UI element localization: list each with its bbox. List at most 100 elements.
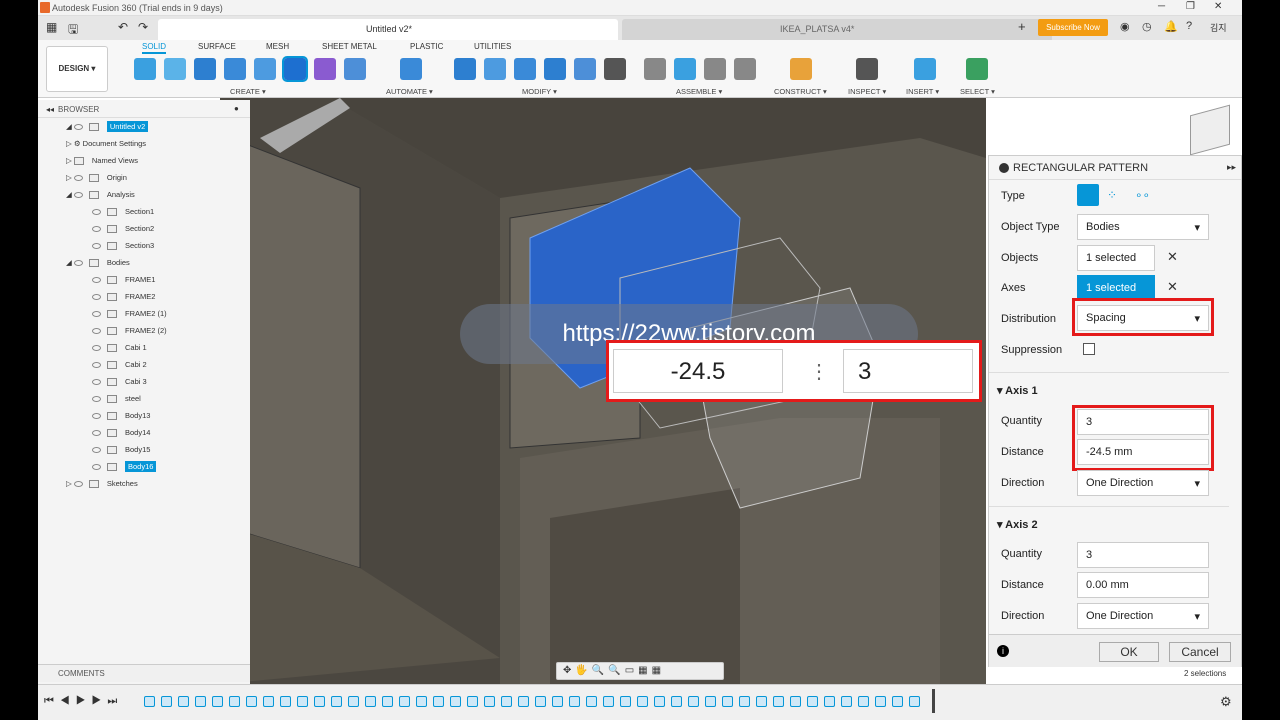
construct-menu[interactable]: CONSTRUCT ▾ [774, 87, 827, 96]
tab-utilities[interactable]: UTILITIES [474, 42, 511, 51]
joint-icon[interactable] [644, 58, 666, 80]
move-icon[interactable] [604, 58, 626, 80]
tree-item-sketches[interactable]: ▷ Sketches [66, 479, 167, 496]
cancel-button[interactable]: Cancel [1169, 642, 1231, 662]
quantity1-stepper[interactable]: 3 [1077, 409, 1209, 435]
create-sketch-icon[interactable] [164, 58, 186, 80]
extensions-icon[interactable]: ◉ [1120, 20, 1130, 33]
tab-surface[interactable]: SURFACE [198, 42, 236, 51]
inspect-menu[interactable]: INSPECT ▾ [848, 87, 886, 96]
tree-item-section[interactable]: Section2 [92, 224, 167, 241]
tree-root[interactable]: ◢ Untitled v2 [66, 121, 167, 139]
grid-menu-icon[interactable]: ▦ [46, 20, 57, 34]
combine-icon[interactable] [574, 58, 596, 80]
info-icon[interactable]: i [997, 645, 1009, 657]
modify-menu[interactable]: MODIFY ▾ [522, 87, 557, 96]
create-menu[interactable]: CREATE ▾ [230, 87, 266, 96]
tree-item-body[interactable]: Body13 [92, 411, 167, 428]
new-component-icon[interactable] [134, 58, 156, 80]
tree-item-named-views[interactable]: ▷ Named Views [66, 156, 167, 173]
tab-mesh[interactable]: MESH [266, 42, 289, 51]
chamfer-icon[interactable] [514, 58, 536, 80]
add-tab-icon[interactable]: + [1018, 19, 1026, 34]
automate-menu[interactable]: AUTOMATE ▾ [386, 87, 433, 96]
playback-controls[interactable]: ⏮◀▶▶⏭ [44, 695, 123, 708]
as-built-joint-icon[interactable] [704, 58, 726, 80]
hole-icon[interactable] [254, 58, 276, 80]
tree-item-body[interactable]: Cabi 1 [92, 343, 167, 360]
tree-item-body[interactable]: Body14 [92, 428, 167, 445]
tree-item-body[interactable]: Cabi 3 [92, 377, 167, 394]
revolve-icon[interactable] [224, 58, 246, 80]
tree-item-analysis[interactable]: ◢ Analysis [66, 190, 167, 207]
navigation-bar[interactable]: ✥🖐🔍🔍▭▦▦ [556, 662, 724, 680]
tree-item-body[interactable]: FRAME2 [92, 292, 167, 309]
tree-item-body[interactable]: Body15 [92, 445, 167, 462]
shell-icon[interactable] [544, 58, 566, 80]
motion-link-icon[interactable] [734, 58, 756, 80]
tree-item-section[interactable]: Section3 [92, 241, 167, 258]
user-name[interactable]: 김지 [1210, 21, 1227, 34]
tree-item-section[interactable]: Section1 [92, 207, 167, 224]
tab-untitled[interactable]: Untitled v2* [158, 19, 618, 40]
mirror-icon[interactable] [344, 58, 366, 80]
distribution-select[interactable]: Spacing ▾ [1077, 305, 1209, 331]
tree-item-body[interactable]: FRAME2 (1) [92, 309, 167, 326]
timeline-settings-icon[interactable]: ⚙ [1220, 694, 1232, 710]
offset-plane-icon[interactable] [790, 58, 812, 80]
distance1-field[interactable]: -24.5 mm [1077, 439, 1209, 465]
dialog-collapse-icon[interactable] [999, 163, 1009, 173]
viewcube[interactable] [1190, 104, 1230, 156]
rectangular-pattern-icon[interactable] [282, 56, 308, 82]
quantity2-stepper[interactable]: 3 [1077, 542, 1209, 568]
object-type-select[interactable]: Bodies ▾ [1077, 214, 1209, 240]
timeline-features[interactable] [144, 685, 934, 721]
bell-icon[interactable]: 🔔 [1164, 20, 1178, 33]
help-icon[interactable]: ? [1186, 20, 1192, 32]
tree-item-body[interactable]: steel [92, 394, 167, 411]
insert-image-icon[interactable] [914, 58, 936, 80]
automate-icon[interactable] [400, 58, 422, 80]
tree-item-bodies[interactable]: ◢ Bodies [66, 258, 167, 275]
distance2-field[interactable]: 0.00 mm [1077, 572, 1209, 598]
suppression-checkbox[interactable] [1083, 343, 1095, 355]
new-component-asm-icon[interactable] [674, 58, 696, 80]
tree-item-origin[interactable]: ▷ Origin [66, 173, 167, 190]
tab-ikea[interactable]: IKEA_PLATSA v4* [622, 19, 1052, 40]
timeline-marker[interactable] [932, 689, 935, 713]
circular-type-icon[interactable]: ⁘ [1107, 188, 1117, 202]
linear-type-icon[interactable] [1077, 184, 1099, 206]
fillet-icon[interactable] [484, 58, 506, 80]
objects-selector[interactable]: 1 selected [1077, 245, 1155, 271]
expand-icon[interactable]: ▸▸ [1227, 162, 1236, 173]
assemble-menu[interactable]: ASSEMBLE ▾ [676, 87, 722, 96]
measure-icon[interactable] [856, 58, 878, 80]
clear-objects-icon[interactable]: ✕ [1167, 249, 1178, 265]
direction1-select[interactable]: One Direction ▾ [1077, 470, 1209, 496]
clock-icon[interactable]: ◷ [1142, 20, 1152, 33]
tree-item-body[interactable]: FRAME1 [92, 275, 167, 292]
tree-item-doc-settings[interactable]: ▷ ⚙ Document Settings [66, 139, 167, 156]
direction2-select[interactable]: One Direction ▾ [1077, 603, 1209, 629]
close-icon[interactable]: ✕ [1214, 1, 1222, 12]
comments-bar[interactable]: COMMENTS [38, 664, 250, 682]
extrude-icon[interactable] [194, 58, 216, 80]
tab-sheet-metal[interactable]: SHEET METAL [322, 42, 377, 51]
axis2-header[interactable]: ▾ Axis 2 [997, 518, 1038, 531]
tab-plastic[interactable]: PLASTIC [410, 42, 443, 51]
press-pull-icon[interactable] [454, 58, 476, 80]
path-type-icon[interactable]: ∘∘ [1135, 188, 1150, 202]
workspace-switcher[interactable]: DESIGN ▾ [46, 46, 108, 92]
tab-solid[interactable]: SOLID [142, 42, 167, 54]
collapse-icon[interactable]: ◂◂ [46, 105, 54, 114]
subscribe-button[interactable]: Subscribe Now [1038, 19, 1108, 36]
create-form-icon[interactable] [314, 58, 336, 80]
save-icon[interactable]: 🖫 [68, 20, 78, 41]
maximize-icon[interactable]: ❐ [1186, 1, 1195, 12]
tree-item-body-selected[interactable]: Body16 [92, 461, 167, 479]
select-menu[interactable]: SELECT ▾ [960, 87, 995, 96]
browser-pin-icon[interactable]: ● [234, 104, 239, 113]
undo-icon[interactable]: ↶ [118, 20, 128, 34]
browser-header[interactable]: BROWSER [38, 102, 250, 118]
redo-icon[interactable]: ↷ [138, 20, 148, 34]
